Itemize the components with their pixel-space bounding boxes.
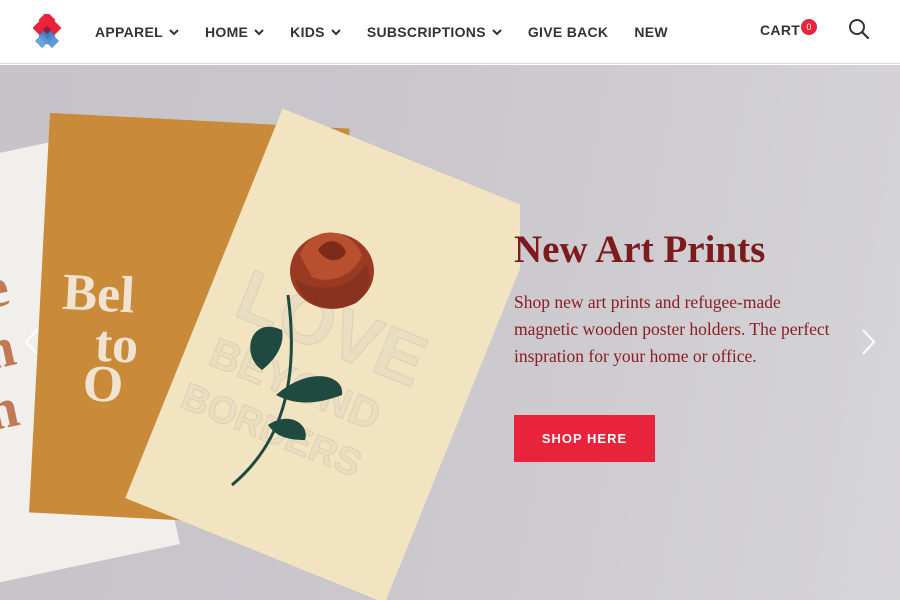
- nav-item-label: HOME: [204, 24, 249, 40]
- cart-link[interactable]: CART 0: [760, 19, 817, 38]
- nav-item-subscriptions[interactable]: SUBSCRIPTIONS: [367, 24, 502, 40]
- main-nav: APPAREL HOME KIDS SUBSCRIPTIONS GIVE BAC…: [95, 0, 694, 64]
- chevron-down-icon: [254, 28, 264, 35]
- chevron-right-icon[interactable]: [858, 327, 878, 357]
- nav-item-label: SUBSCRIPTIONS: [366, 24, 486, 40]
- chevron-down-icon: [169, 28, 179, 35]
- slide-title: New Art Prints: [514, 228, 766, 271]
- art-prints-image: Ne on th Bel to O LOVE BEYOND BORDERS: [0, 108, 520, 600]
- cart-label: CART: [760, 22, 801, 38]
- middle-card-text: O: [81, 355, 124, 414]
- nav-item-label: APPAREL: [95, 24, 163, 40]
- nav-item-give-back[interactable]: GIVE BACK: [528, 24, 609, 40]
- chevron-left-icon[interactable]: [22, 327, 42, 357]
- chevron-down-icon: [331, 28, 341, 35]
- nav-item-label: KIDS: [290, 24, 325, 40]
- nav-item-kids[interactable]: KIDS: [290, 24, 341, 40]
- nav-item-apparel[interactable]: APPAREL: [95, 24, 179, 40]
- cart-count-badge: 0: [801, 19, 817, 35]
- hero-slideshow: Ne on th Bel to O LOVE BEYOND BORDERS: [0, 65, 900, 600]
- search-icon[interactable]: [848, 18, 870, 40]
- nav-item-new[interactable]: NEW: [634, 24, 668, 40]
- site-header: APPAREL HOME KIDS SUBSCRIPTIONS GIVE BAC…: [0, 0, 900, 64]
- slide-description: Shop new art prints and refugee-made mag…: [514, 292, 830, 366]
- chevron-down-icon: [492, 28, 502, 35]
- nav-item-label: NEW: [634, 24, 668, 40]
- nav-item-home[interactable]: HOME: [205, 24, 264, 40]
- nav-item-label: GIVE BACK: [527, 24, 609, 40]
- logo-icon[interactable]: [33, 14, 67, 50]
- shop-here-button[interactable]: SHOP HERE: [514, 415, 655, 462]
